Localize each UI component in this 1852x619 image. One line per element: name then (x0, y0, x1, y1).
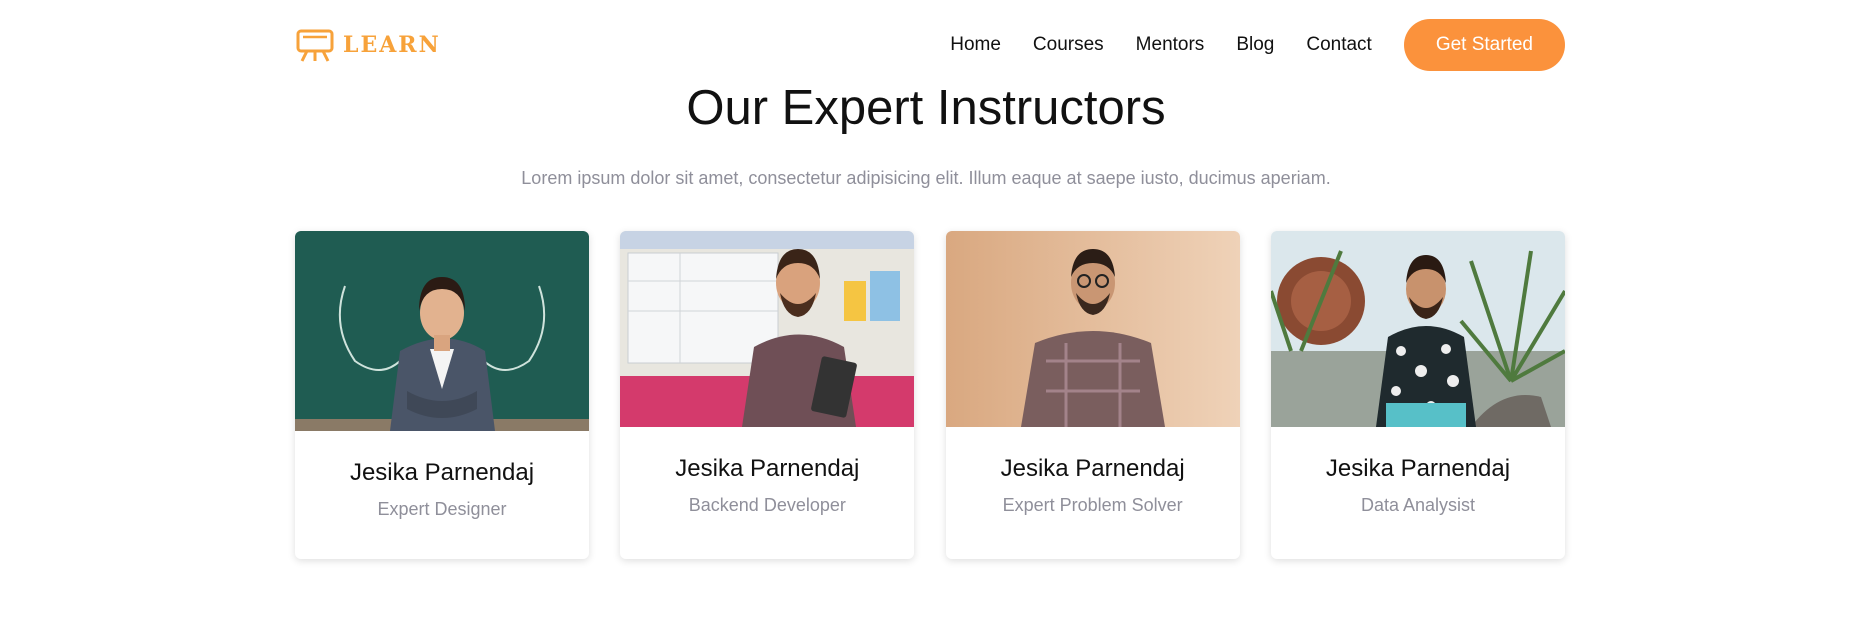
instructor-name: Jesika Parnendaj (1000, 455, 1185, 482)
nav-courses[interactable]: Courses (1033, 34, 1104, 56)
section-subtitle: Lorem ipsum dolor sit amet, consectetur … (521, 168, 1331, 188)
instructor-card[interactable]: Jesika Parnendaj Backend Developer (620, 231, 915, 559)
instructor-name: Jesika Parnendaj (349, 459, 535, 486)
card-body: Jesika Parnendaj Expert Problem Solver (946, 427, 1240, 559)
instructor-card[interactable]: Jesika Parnendaj Expert Designer (295, 231, 589, 559)
easel-icon (296, 29, 334, 62)
instructor-role: Backend Developer (688, 495, 846, 515)
section-title: Our Expert Instructors (686, 81, 1166, 135)
instructor-grid: Jesika Parnendaj Expert Designer Jesika … (295, 231, 1565, 559)
instructor-photo (620, 231, 915, 427)
instructor-photo (945, 231, 1240, 427)
card-body: Jesika Parnendaj Expert Designer (295, 431, 589, 559)
card-body: Jesika Parnendaj Data Analysist (1271, 427, 1565, 559)
instructor-card[interactable]: Jesika Parnendaj Data Analysist (1270, 231, 1565, 559)
nav-contact[interactable]: Contact (1306, 34, 1371, 56)
instructor-role: Data Analysist (1360, 495, 1476, 515)
logo[interactable]: LEARN (295, 27, 441, 63)
instructor-photo (295, 231, 589, 431)
instructor-name: Jesika Parnendaj (1325, 455, 1511, 482)
logo-text: LEARN (343, 32, 441, 58)
instructor-card[interactable]: Jesika Parnendaj Expert Problem Solver (945, 231, 1240, 559)
nav-blog[interactable]: Blog (1236, 34, 1274, 56)
card-body: Jesika Parnendaj Backend Developer (620, 427, 914, 559)
nav-mentors[interactable]: Mentors (1136, 34, 1205, 56)
main-nav: Home Courses Mentors Blog Contact Get St… (950, 19, 1565, 71)
instructor-role: Expert Problem Solver (1002, 495, 1183, 515)
nav-home[interactable]: Home (950, 34, 1001, 56)
instructor-name: Jesika Parnendaj (675, 455, 860, 482)
get-started-button[interactable]: Get Started (1403, 19, 1565, 71)
instructor-photo (1270, 231, 1565, 427)
site-header: LEARN Home Courses Mentors Blog Contact … (295, 18, 1565, 72)
instructor-role: Expert Designer (377, 499, 507, 519)
